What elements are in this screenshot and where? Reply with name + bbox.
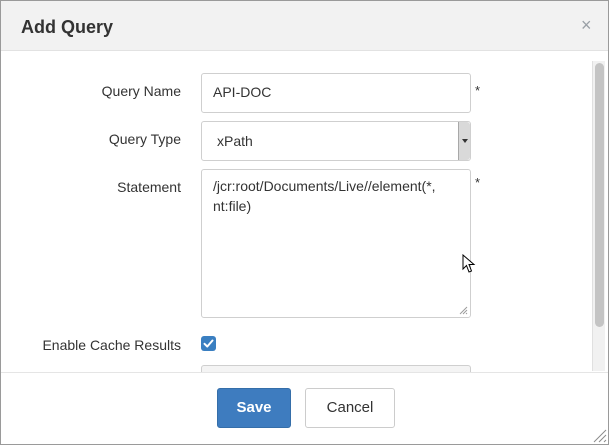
query-name-input[interactable]: API-DOC [201, 73, 471, 113]
partial-next-field[interactable] [201, 365, 471, 372]
enable-cache-checkbox[interactable] [201, 336, 216, 351]
query-type-label: Query Type [108, 131, 181, 147]
query-name-value: API-DOC [213, 84, 272, 100]
cancel-button[interactable]: Cancel [305, 388, 395, 428]
dialog-footer: Save Cancel [1, 372, 608, 444]
enable-cache-label: Enable Cache Results [42, 337, 181, 353]
add-query-dialog: Add Query × Query Name API-DOC * Query T… [0, 0, 609, 445]
mouse-pointer-icon [462, 254, 476, 273]
scrollbar-thumb[interactable] [595, 63, 604, 327]
query-type-select[interactable]: xPath [201, 121, 471, 161]
chevron-down-icon[interactable] [458, 122, 470, 160]
dialog-body: Query Name API-DOC * Query Type xPath St… [1, 52, 608, 372]
query-type-value: xPath [217, 133, 253, 149]
statement-value: /jcr:root/Documents/Live//element(*, nt:… [213, 178, 436, 214]
checkmark-icon [203, 339, 214, 348]
scrollbar[interactable] [592, 61, 605, 371]
statement-label: Statement [117, 179, 181, 195]
save-button[interactable]: Save [217, 388, 291, 428]
close-icon[interactable]: × [581, 15, 592, 35]
dialog-header: Add Query × [1, 1, 608, 51]
resize-grip-icon[interactable] [459, 306, 468, 315]
dialog-resize-icon[interactable] [591, 427, 607, 443]
dialog-title: Add Query [21, 17, 114, 37]
statement-textarea[interactable]: /jcr:root/Documents/Live//element(*, nt:… [201, 169, 471, 318]
statement-required-mark: * [475, 175, 481, 190]
query-name-required-mark: * [475, 83, 481, 98]
query-name-label: Query Name [101, 83, 181, 99]
